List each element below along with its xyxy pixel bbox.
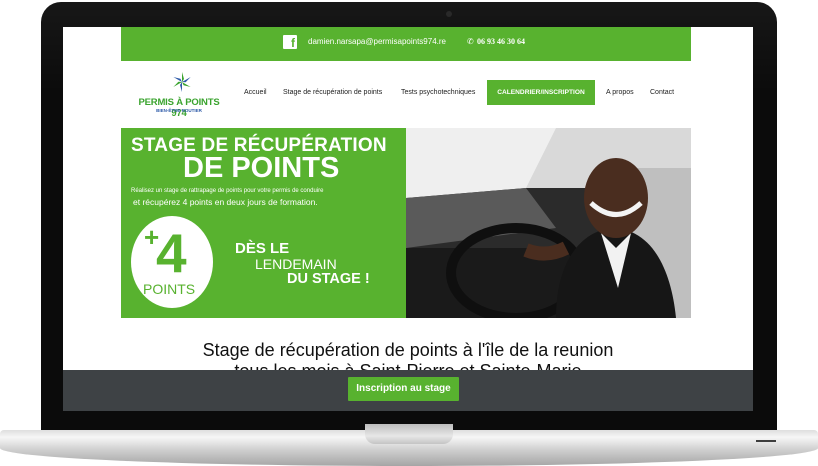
nav-accueil[interactable]: Accueil <box>244 89 267 96</box>
contact-topbar: f damien.narsapa@permisapoints974.re ✆ 0… <box>121 27 691 61</box>
nav-contact[interactable]: Contact <box>650 89 674 96</box>
laptop-hinge <box>365 424 453 444</box>
browser-screen: f damien.narsapa@permisapoints974.re ✆ 0… <box>63 27 753 411</box>
site-logo[interactable]: PERMIS À POINTS 974 BIEN-ÊTRE ROUTIER <box>131 71 227 119</box>
laptop-base-line <box>756 440 776 442</box>
nav-a-propos[interactable]: A propos <box>606 89 634 96</box>
badge-number: 4 <box>156 222 187 284</box>
hero-text-line2: et récupérez 4 points en deux jours de f… <box>133 197 318 207</box>
hero-des-line3: DU STAGE ! <box>287 271 370 287</box>
content-headline-line1: Stage de récupération de points à l'île … <box>202 340 614 360</box>
points-badge: + 4 POINTS <box>131 216 213 308</box>
nav-calendrier-inscription-button[interactable]: CALENDRIER/INSCRIPTION <box>487 80 595 105</box>
nav-stage-recuperation[interactable]: Stage de récupération de points <box>283 89 382 96</box>
hero-des-line2: LENDEMAIN <box>255 256 337 272</box>
logo-star-icon <box>173 72 191 92</box>
hero-banner: STAGE DE RÉCUPÉRATION DE POINTS Réalisez… <box>121 128 406 318</box>
inscription-stage-button[interactable]: Inscription au stage <box>348 377 459 401</box>
camera-icon <box>446 11 452 17</box>
hero-title-line2: DE POINTS <box>183 152 340 184</box>
facebook-icon[interactable]: f <box>283 35 297 50</box>
phone-link[interactable]: 06 93 46 30 64 <box>477 37 525 46</box>
email-link[interactable]: damien.narsapa@permisapoints974.re <box>308 37 446 46</box>
sticky-footer-bar: Inscription au stage <box>63 370 753 411</box>
hero-des-line1: DÈS LE <box>235 240 290 257</box>
nav-tests-psychotechniques[interactable]: Tests psychotechniques <box>401 89 475 96</box>
driver-photo-illustration <box>406 128 691 318</box>
badge-label: POINTS <box>143 281 196 297</box>
logo-subtitle: BIEN-ÊTRE ROUTIER <box>156 108 202 113</box>
phone-icon: ✆ <box>467 37 474 46</box>
hero-text-line1: Réalisez un stage de rattrapage de point… <box>131 188 324 194</box>
hero-photo-driver <box>406 128 691 318</box>
